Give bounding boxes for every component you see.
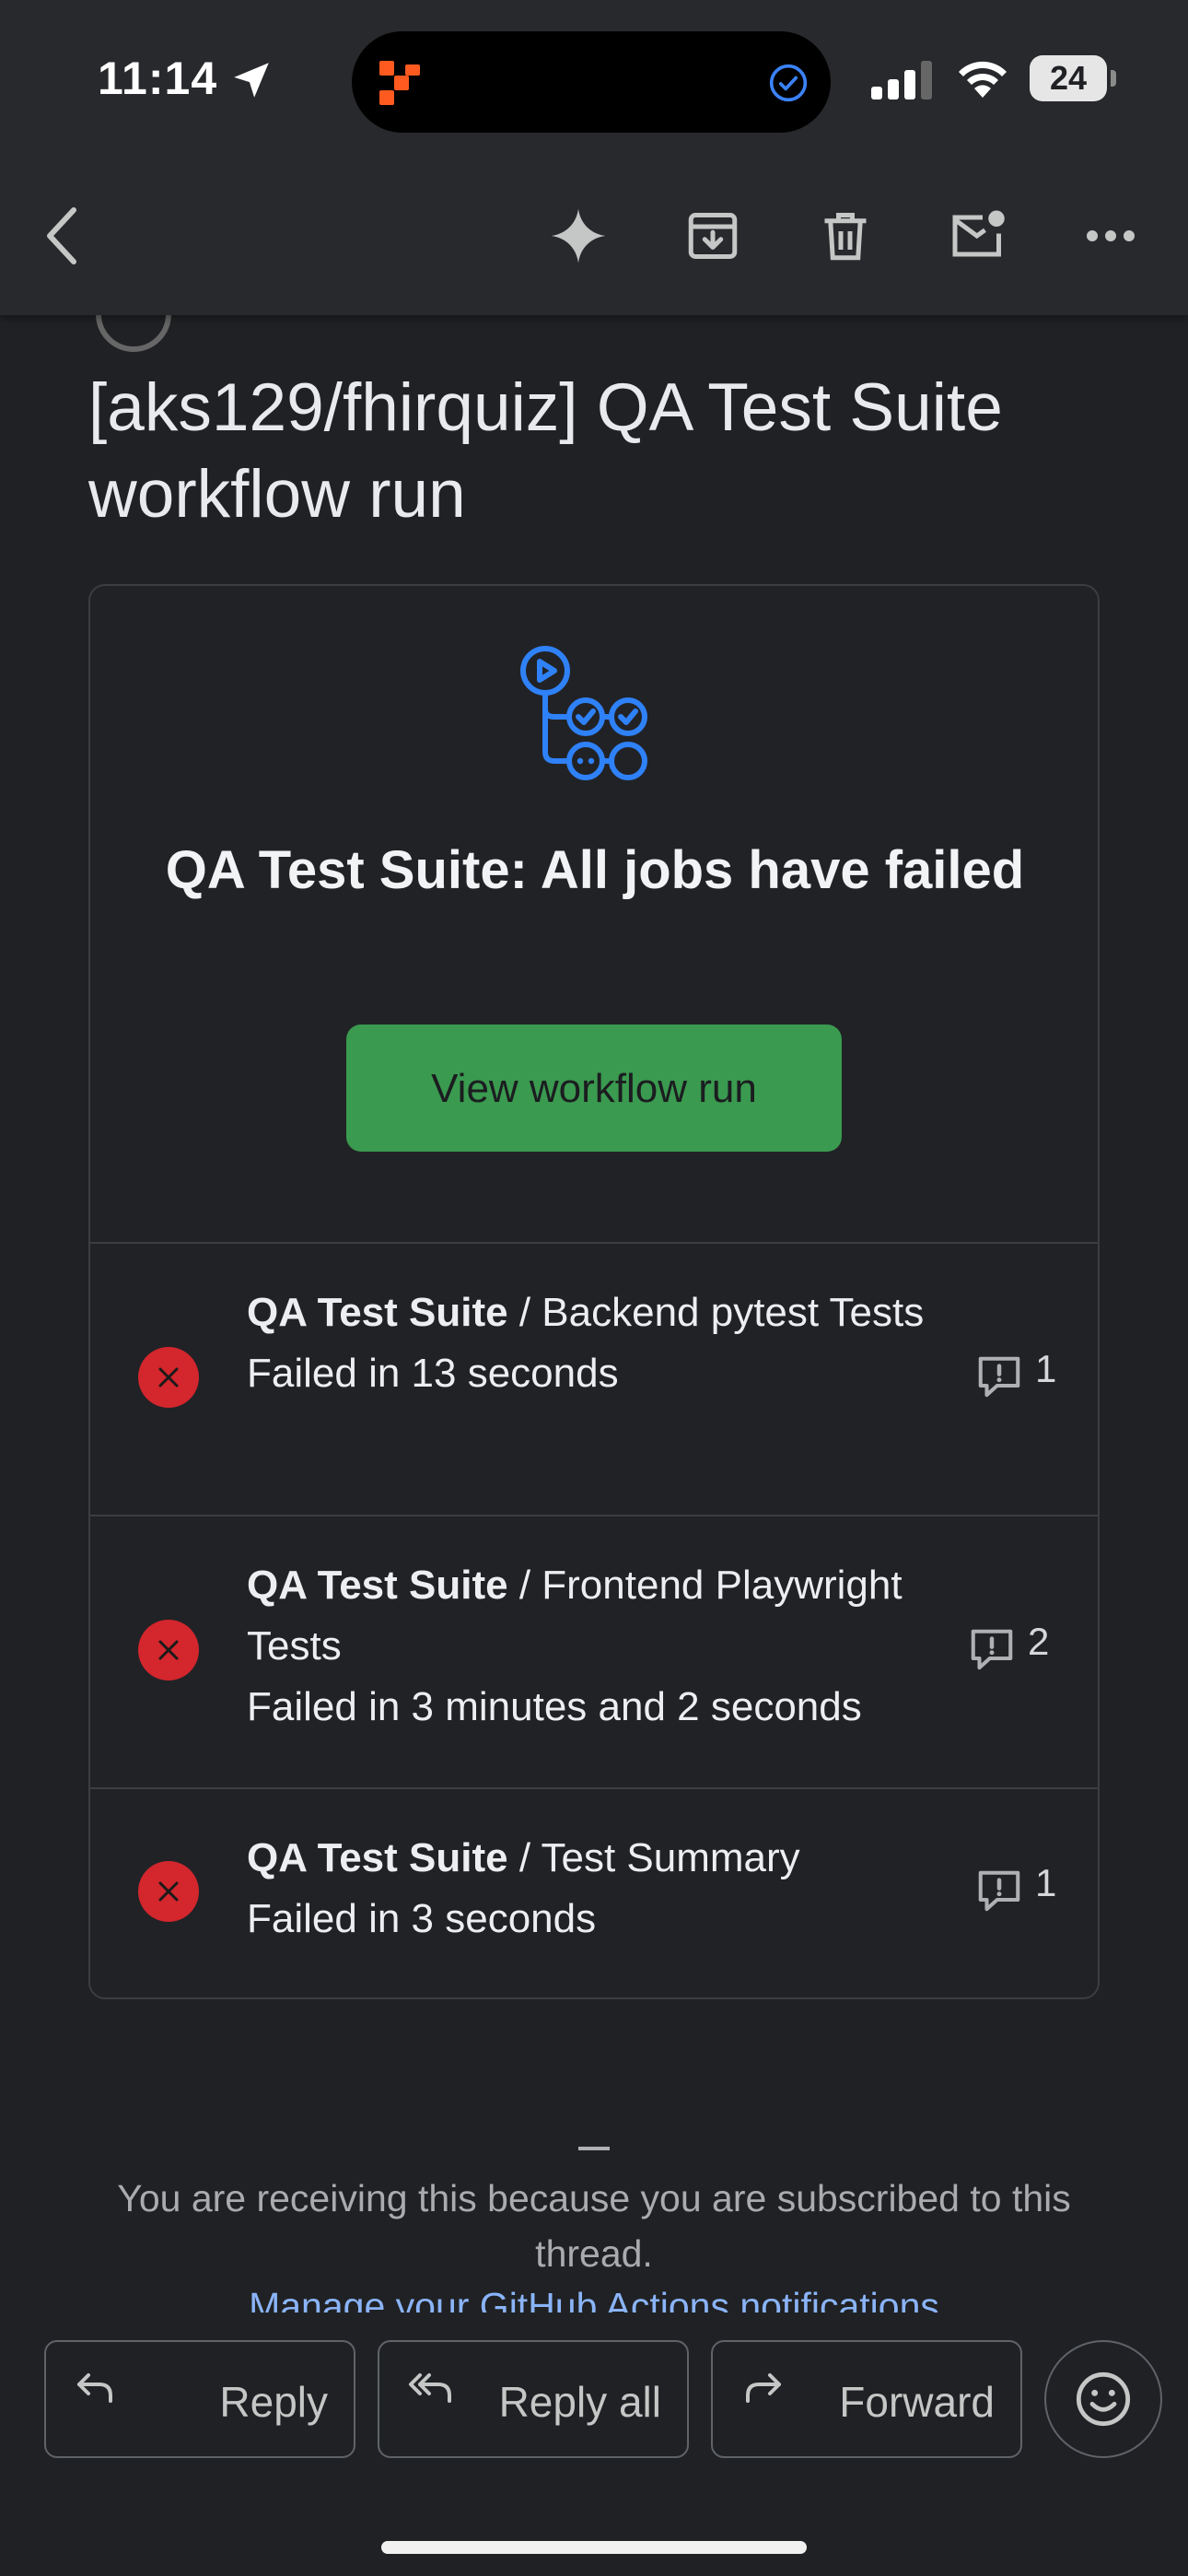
- job-details: QA Test Suite / Backend pytest Tests Fai…: [247, 1282, 947, 1404]
- battery-indicator: 24: [1030, 55, 1118, 101]
- cellular-signal-icon: [871, 61, 932, 100]
- check-circle-icon: [769, 64, 808, 102]
- battery-tip: [1111, 70, 1116, 87]
- footer-divider: [578, 2147, 610, 2150]
- failure-x-icon: [138, 1620, 199, 1680]
- comment-alert-icon: [978, 1870, 1020, 1912]
- job-row[interactable]: QA Test Suite / Test Summary Failed in 3…: [90, 1787, 1098, 1997]
- job-status: Failed in 3 seconds: [247, 1896, 597, 1941]
- back-button[interactable]: [29, 203, 96, 269]
- reply-button[interactable]: Reply: [44, 2340, 355, 2458]
- wifi-icon: [959, 61, 1007, 98]
- forward-icon: [746, 2373, 781, 2403]
- app-activity-icon: [379, 61, 420, 105]
- smiley-icon: [1076, 2371, 1131, 2427]
- more-icon: [1087, 230, 1135, 241]
- location-arrow-icon: [234, 63, 269, 98]
- job-row[interactable]: QA Test Suite / Backend pytest Tests Fai…: [90, 1242, 1098, 1516]
- name-separator: /: [507, 1563, 542, 1608]
- annotation-number: 1: [1035, 1861, 1057, 1904]
- battery-level: 24: [1030, 55, 1107, 101]
- top-bar: 11:14 24: [0, 0, 1188, 315]
- emoji-reaction-button[interactable]: [1044, 2340, 1162, 2458]
- failure-x-icon: [138, 1347, 199, 1408]
- sparkle-icon: [551, 208, 606, 263]
- more-options-button[interactable]: [1077, 203, 1144, 269]
- workflow-card: QA Test Suite: All jobs have failed View…: [88, 584, 1100, 1999]
- dynamic-island: [352, 31, 831, 133]
- trash-icon: [824, 213, 867, 261]
- annotation-count[interactable]: 1: [974, 1347, 1076, 1402]
- reply-icon: [77, 2373, 112, 2403]
- reply-action-bar: Reply Reply all Forward: [0, 2313, 1188, 2576]
- workflow-summary: QA Test Suite: All jobs have failed View…: [90, 586, 1098, 1244]
- annotation-count[interactable]: 1: [974, 1861, 1076, 1916]
- mark-unread-button[interactable]: [945, 203, 1011, 269]
- workflow-status-title: QA Test Suite: All jobs have failed: [165, 840, 1025, 900]
- job-name: QA Test Suite / Frontend Playwright Test…: [247, 1555, 947, 1677]
- name-separator: /: [507, 1290, 542, 1335]
- status-time: 11:14: [98, 53, 218, 104]
- annotation-count[interactable]: 2: [967, 1620, 1068, 1675]
- workflow-name: QA Test Suite: [247, 1563, 508, 1608]
- job-title: Backend pytest Tests: [542, 1290, 925, 1335]
- job-name: QA Test Suite / Backend pytest Tests: [247, 1282, 947, 1343]
- home-indicator[interactable]: [381, 2541, 807, 2554]
- reply-all-button[interactable]: Reply all: [378, 2340, 689, 2458]
- job-name: QA Test Suite / Test Summary: [247, 1828, 947, 1889]
- gemini-button[interactable]: [545, 203, 611, 269]
- job-details: QA Test Suite / Test Summary Failed in 3…: [247, 1828, 947, 1950]
- reply-label: Reply: [219, 2378, 328, 2426]
- job-details: QA Test Suite / Frontend Playwright Test…: [247, 1555, 947, 1738]
- job-status: Failed in 3 minutes and 2 seconds: [247, 1684, 862, 1729]
- failure-x-icon: [138, 1861, 199, 1922]
- view-workflow-run-button[interactable]: View workflow run: [346, 1025, 842, 1152]
- workflow-name: QA Test Suite: [247, 1290, 508, 1335]
- forward-label: Forward: [839, 2378, 995, 2426]
- mark-unread-icon: [952, 210, 1005, 257]
- job-row[interactable]: QA Test Suite / Frontend Playwright Test…: [90, 1515, 1098, 1789]
- job-status: Failed in 13 seconds: [247, 1351, 619, 1396]
- job-title: Test Summary: [541, 1835, 800, 1880]
- comment-alert-icon: [978, 1356, 1020, 1398]
- forward-button[interactable]: Forward: [711, 2340, 1022, 2458]
- subscription-notice: You are receiving this because you are s…: [117, 2177, 1071, 2275]
- reply-all-label: Reply all: [498, 2378, 661, 2426]
- annotation-number: 2: [1028, 1620, 1050, 1663]
- github-actions-workflow-icon: [520, 646, 647, 780]
- email-subject: [aks129/fhirquiz] QA Test Suite workflow…: [88, 370, 1003, 532]
- archive-icon: [688, 213, 738, 259]
- annotation-number: 1: [1035, 1347, 1057, 1390]
- comment-alert-icon: [971, 1629, 1013, 1670]
- archive-button[interactable]: [680, 203, 746, 269]
- reply-all-icon: [409, 2373, 451, 2403]
- workflow-name: QA Test Suite: [247, 1835, 508, 1880]
- name-separator: /: [507, 1835, 542, 1880]
- delete-button[interactable]: [812, 203, 879, 269]
- back-arrow-icon: [47, 207, 76, 264]
